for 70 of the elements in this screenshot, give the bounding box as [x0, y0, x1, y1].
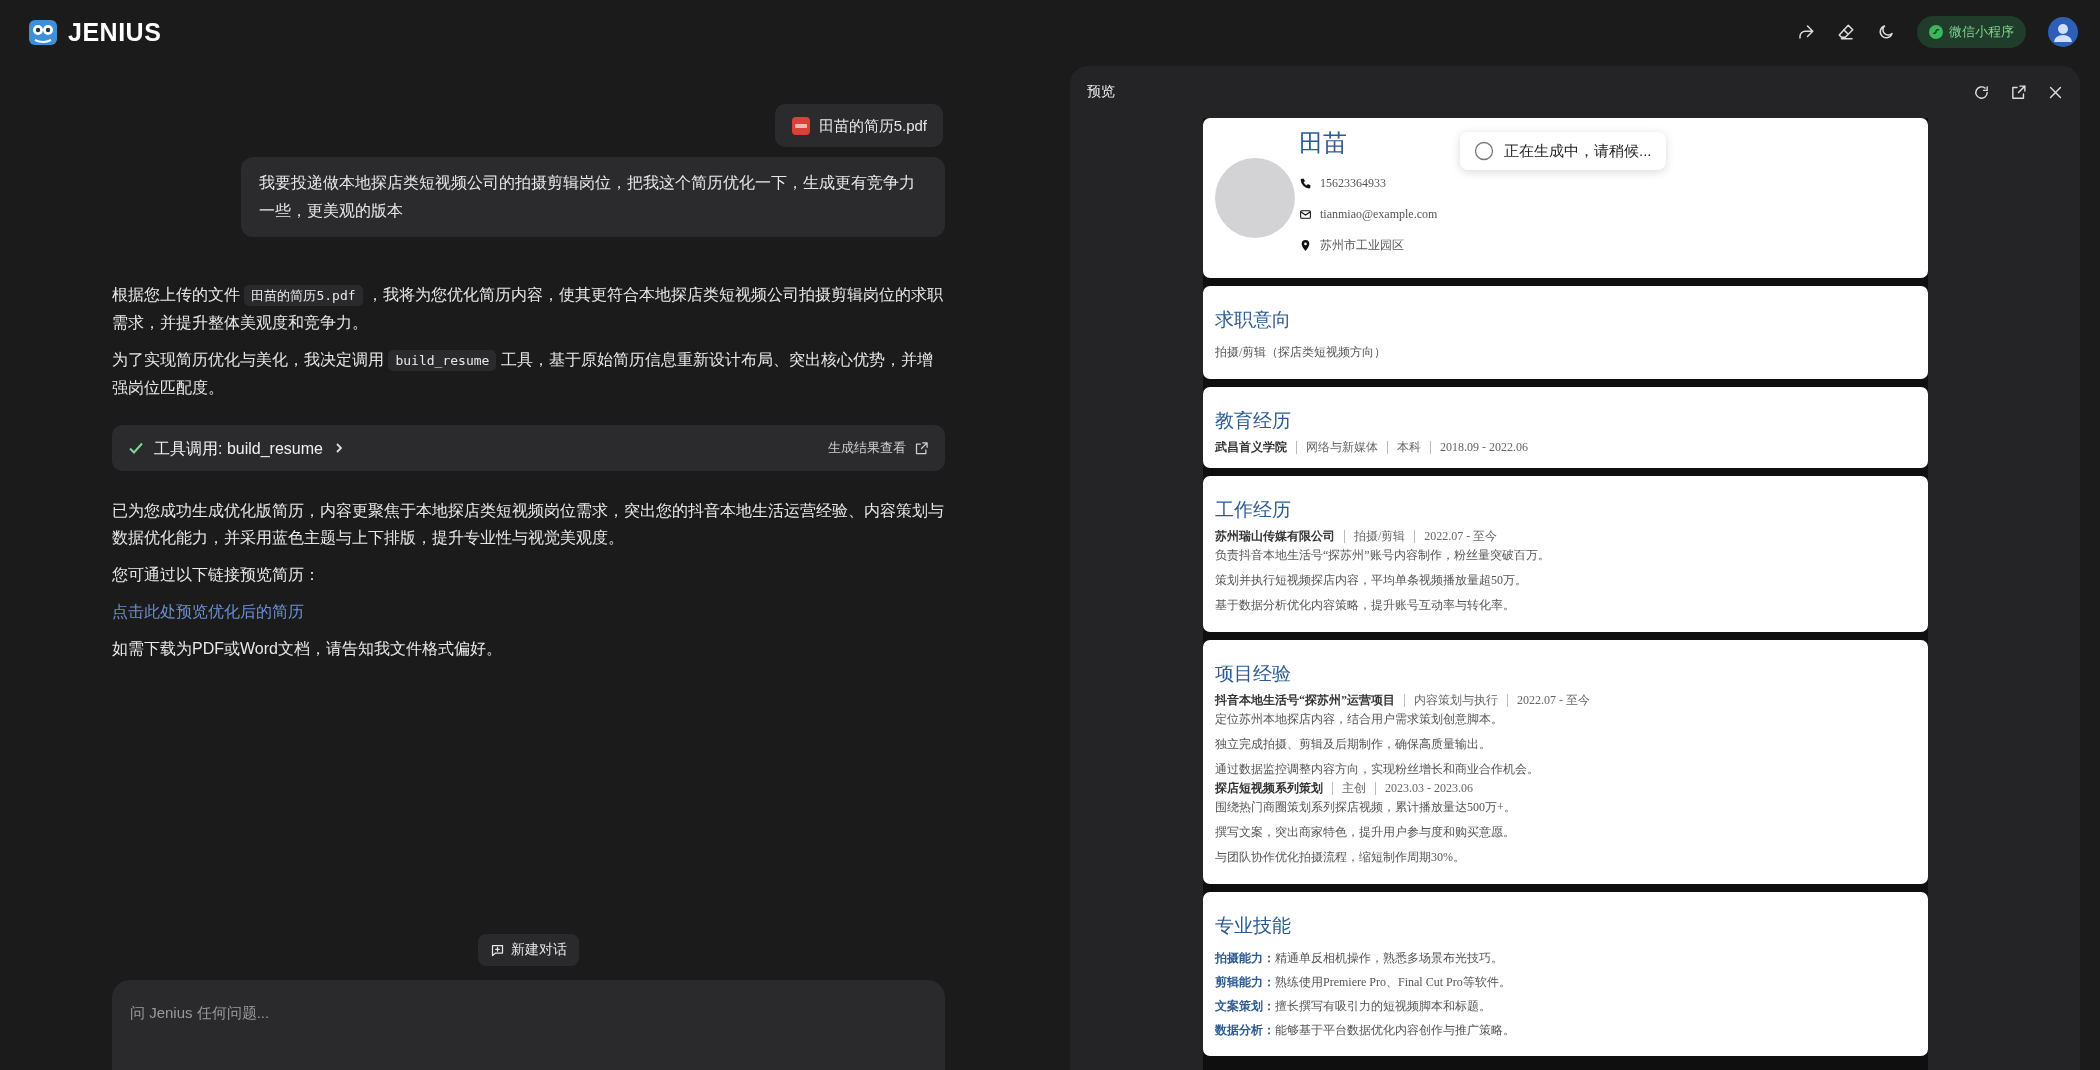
- external-link-icon: [914, 440, 929, 456]
- pdf-file-icon: [790, 115, 811, 136]
- message-text: 根据您上传的文件 田苗的简历5.pdf ，我将为您优化简历内容，使其更符合本地探店类短视频公司拍摄剪辑岗位的求职需求，并提升整体美观度和竞争力。: [112, 284, 945, 333]
- share-icon[interactable]: [1797, 23, 1815, 41]
- preview-link[interactable]: 点击此处预览优化后的简历: [112, 598, 304, 625]
- entry-detail: 网络与新媒体: [1296, 441, 1387, 454]
- entry-detail: 拍摄/剪辑: [1344, 530, 1415, 543]
- message-input[interactable]: 问 Jenius 任何问题...: [112, 980, 945, 1070]
- refresh-icon[interactable]: [1973, 83, 1990, 101]
- section-title: 专业技能: [1215, 914, 1292, 938]
- moon-icon[interactable]: [1877, 23, 1895, 41]
- attachment-chip[interactable]: 田苗的简历5.pdf: [774, 104, 943, 147]
- entry-detail: 2022.07 - 至今: [1507, 694, 1599, 707]
- location-pin-icon: [1299, 238, 1312, 252]
- section-title: 工作经历: [1215, 498, 1292, 522]
- view-result-button[interactable]: 生成结果查看: [828, 439, 929, 457]
- entry-bullet: 独立完成拍摄、剪辑及后期制作，确保高质量输出。: [1215, 736, 1492, 753]
- preview-title: 预览: [1087, 83, 1116, 101]
- avatar-icon[interactable]: [2048, 17, 2078, 47]
- spinner-icon: [1474, 141, 1494, 161]
- eraser-icon[interactable]: [1837, 23, 1855, 41]
- message-text: 您可通过以下链接预览简历：: [112, 565, 321, 585]
- new-chat-icon: [490, 942, 505, 958]
- message-text: 已为您成功生成优化版简历，内容更聚焦于本地探店类短视频岗位需求，突出您的抖音本地生活运营经验、内容策划与数据优化能力，并采用蓝色主题与上下排版，提升专业性与视觉美观度。: [112, 501, 945, 548]
- entry-bullet: 负责抖音本地生活号“探苏州”账号内容制作，粉丝量突破百万。: [1215, 547, 1551, 564]
- section-title: 求职意向: [1215, 308, 1292, 332]
- check-icon: [128, 440, 144, 456]
- entry-detail: 2023.03 - 2023.06: [1375, 782, 1482, 795]
- entry-bullet: 撰写文案，突出商家特色，提升用户参与度和购买意愿。: [1215, 824, 1516, 841]
- section-text: 拍摄/剪辑（探店类短视频方向）: [1215, 344, 1388, 361]
- contact-text: 15623364933: [1320, 174, 1386, 192]
- contact-text: 苏州市工业园区: [1320, 236, 1404, 254]
- entry-bullet: 定位苏州本地探店内容，结合用户需求策划创意脚本。: [1215, 711, 1504, 728]
- entry-title: 武昌首义学院: [1215, 441, 1288, 454]
- skill-line: 数据分析：能够基于平台数据优化内容创作与推广策略。: [1215, 1022, 1516, 1039]
- new-chat-button[interactable]: 新建对话: [478, 934, 579, 966]
- entry-bullet: 通过数据监控调整内容方向，实现粉丝增长和商业合作机会。: [1215, 761, 1540, 778]
- entry-bullet: 基于数据分析优化内容策略，提升账号互动率与转化率。: [1215, 597, 1516, 614]
- file-name: 田苗的简历5.pdf: [818, 116, 927, 136]
- phone-icon: [1299, 176, 1312, 190]
- mini-program-icon: [1929, 25, 1943, 39]
- section-title: 项目经验: [1215, 662, 1292, 686]
- skill-line: 拍摄能力：精通单反相机操作，熟悉多场景布光技巧。: [1215, 950, 1504, 967]
- entry-detail: 主创: [1332, 782, 1375, 795]
- tool-call-label: 工具调用: build_resume: [154, 438, 323, 459]
- entry-bullet: 围绕热门商圈策划系列探店视频，累计播放量达500万+。: [1215, 799, 1517, 816]
- entry-detail: 2022.07 - 至今: [1414, 530, 1507, 543]
- open-external-icon[interactable]: [2010, 83, 2027, 101]
- message-text: 如需下载为PDF或Word文档，请告知我文件格式偏好。: [112, 639, 503, 659]
- owl-logo-icon[interactable]: [28, 17, 58, 47]
- entry-detail: 内容策划与执行: [1404, 694, 1507, 707]
- section-title: 教育经历: [1215, 409, 1292, 433]
- tool-call-bar[interactable]: 工具调用: build_resume 生成结果查看: [112, 425, 945, 471]
- entry-title: 苏州瑞山传媒有限公司: [1215, 530, 1336, 543]
- contact-text: tianmiao@example.com: [1320, 205, 1438, 223]
- entry-detail: 2018.09 - 2022.06: [1430, 441, 1537, 454]
- skill-line: 文案策划：擅长撰写有吸引力的短视频脚本和标题。: [1215, 998, 1492, 1015]
- entry-title: 抖音本地生活号“探苏州”运营项目: [1215, 694, 1396, 707]
- status-text: 正在生成中，请稍候...: [1504, 141, 1652, 161]
- mail-icon: [1299, 207, 1312, 221]
- entry-bullet: 策划并执行短视频探店内容，平均单条视频播放量超50万。: [1215, 572, 1528, 589]
- skill-line: 剪辑能力：熟练使用Premiere Pro、Final Cut Pro等软件。: [1215, 974, 1512, 991]
- entry-detail: 本科: [1387, 441, 1430, 454]
- resume-name: 田苗: [1299, 128, 1347, 158]
- entry-title: 探店短视频系列策划: [1215, 782, 1324, 795]
- mini-program-button[interactable]: 微信小程序: [1917, 16, 2026, 48]
- entry-bullet: 与团队协作优化拍摄流程，缩短制作周期30%。: [1215, 849, 1466, 866]
- user-message: 我要投递做本地探店类短视频公司的拍摄剪辑岗位，把我这个简历优化一下，生成更有竞争力一些，更美观的版本: [241, 157, 945, 237]
- message-text: 为了实现简历优化与美化，我决定调用 build_resume 工具，基于原始简历信息重新设计布局、突出核心优势，并增强岗位匹配度。: [112, 349, 934, 398]
- brand-name: JENIUS: [68, 17, 162, 47]
